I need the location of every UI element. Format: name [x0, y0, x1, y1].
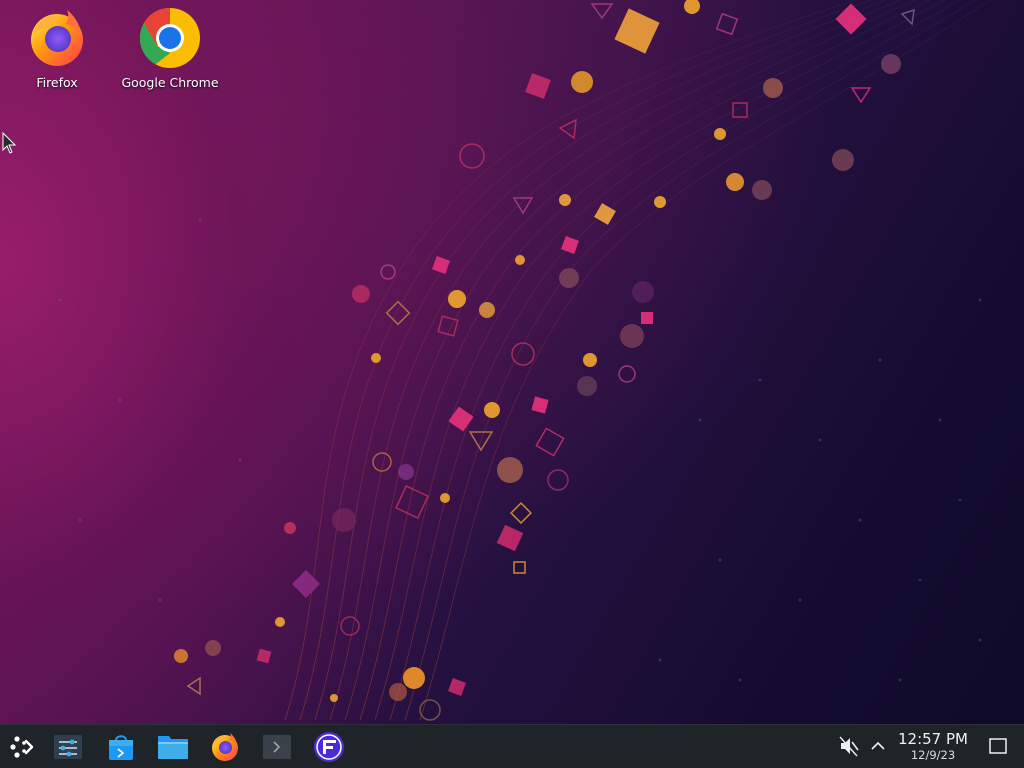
taskbar-discover-button[interactable] — [101, 729, 141, 765]
taskbar-system-settings-button[interactable] — [48, 729, 88, 765]
firefox-icon — [31, 10, 83, 66]
desktop-icon-firefox[interactable]: Firefox — [5, 6, 109, 100]
discover-store-icon — [109, 735, 133, 760]
chrome-icon — [139, 7, 200, 68]
system-settings-icon — [54, 735, 82, 759]
chevron-up-icon[interactable] — [868, 736, 888, 756]
wallpaper — [58, 0, 991, 721]
desktop-icon-label: Google Chrome — [121, 75, 219, 90]
desktop-icon-label: Firefox — [36, 75, 78, 90]
desktop-icon-google-chrome[interactable]: Google Chrome — [118, 6, 222, 100]
desktop[interactable]: Firefox Google Chrome 12:57 PM 12/9/23 — [0, 0, 1024, 768]
taskbar-terminal-button[interactable] — [257, 729, 297, 765]
taskbar-file-manager-button[interactable] — [153, 729, 193, 765]
file-manager-icon — [158, 736, 188, 759]
taskbar-firefox-button[interactable] — [205, 729, 245, 765]
mouse-pointer-icon — [2, 132, 16, 154]
terminal-icon — [263, 735, 291, 759]
firefox-icon — [212, 733, 238, 761]
digital-clock[interactable]: 12:57 PM 12/9/23 — [894, 730, 972, 764]
volume-muted-icon[interactable] — [838, 734, 860, 758]
show-desktop-icon[interactable] — [986, 734, 1010, 758]
clock-date: 12/9/23 — [910, 748, 956, 762]
protonup-qt-icon — [314, 732, 344, 762]
application-launcher-icon — [10, 736, 34, 758]
clock-time: 12:57 PM — [898, 730, 968, 748]
application-launcher-button[interactable] — [2, 729, 42, 765]
taskbar-protonup-button[interactable] — [309, 729, 349, 765]
